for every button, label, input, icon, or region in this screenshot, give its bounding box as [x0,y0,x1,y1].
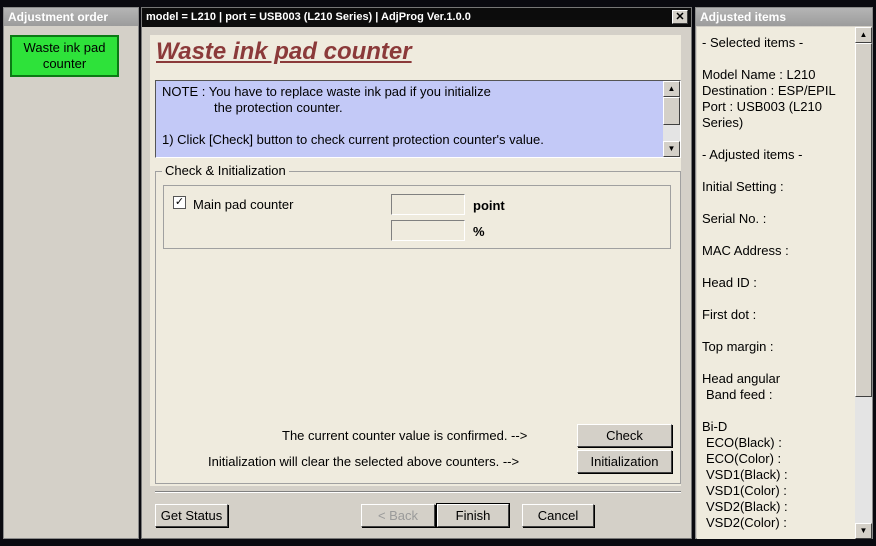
check-init-group: Check & Initialization ✓ Main pad counte… [155,163,681,484]
top-margin: Top margin : [702,339,774,354]
adjusted-items-panel: Adjusted items - Selected items - Model … [695,7,873,539]
main-pad-counter-label: Main pad counter [193,197,294,212]
point-unit-label: point [473,198,505,213]
adjusted-items-scrollbar[interactable]: ▲ ▼ [855,27,872,539]
scroll-down-icon[interactable]: ▼ [663,141,680,157]
main-pad-counter-checkbox[interactable]: ✓ [173,196,186,209]
vsd1-black: VSD1(Black) : [706,467,788,482]
note-box: NOTE : You have to replace waste ink pad… [155,80,681,158]
note-text: NOTE : You have to replace waste ink pad… [162,84,662,148]
content-area: Waste ink pad counter NOTE : You have to… [150,35,681,486]
adjusted-items-title: Adjusted items [696,8,872,26]
vsd1-color: VSD1(Color) : [706,483,787,498]
page-title: Waste ink pad counter [156,38,412,65]
window-titlebar: model = L210 | port = USB003 (L210 Serie… [142,8,691,27]
back-button[interactable]: < Back [361,504,435,527]
main-window: model = L210 | port = USB003 (L210 Serie… [141,7,692,539]
waste-ink-pad-counter-button[interactable]: Waste ink pad counter [10,35,119,77]
adjustment-order-panel: Adjustment order Waste ink pad counter [3,7,139,539]
vsd2-black: VSD2(Black) : [706,499,788,514]
eco-black: ECO(Black) : [706,435,782,450]
first-dot: First dot : [702,307,757,322]
adjusted-items-header: - Adjusted items - [702,147,803,162]
port-line-1: Port : USB003 (L210 [702,99,822,114]
scroll-up-icon[interactable]: ▲ [855,27,872,43]
window-title: model = L210 | port = USB003 (L210 Serie… [146,11,471,23]
note-scrollbar[interactable]: ▲ ▼ [663,81,680,157]
note-line-3: 1) Click [Check] button to check current… [162,132,544,147]
serial-no: Serial No. : [702,211,767,226]
port-line-2: Series) [702,115,744,130]
check-message: The current counter value is confirmed. … [282,428,528,443]
check-button[interactable]: Check [577,424,672,447]
destination: Destination : ESP/EPIL [702,83,836,98]
band-feed-text: Band feed : [706,387,773,402]
close-icon[interactable]: ✕ [672,10,688,24]
mac-address: MAC Address : [702,243,789,258]
app-root: Adjustment order Waste ink pad counter m… [0,0,876,546]
footer-separator [155,491,681,493]
head-angular: Head angular [702,371,781,386]
cancel-button[interactable]: Cancel [522,504,594,527]
note-line-1: NOTE : You have to replace waste ink pad… [162,84,491,99]
group-label: Check & Initialization [162,163,289,178]
vsd2-color: VSD2(Color) : [706,515,787,530]
adjusted-items-list: - Selected items - Model Name : L210 Des… [697,27,855,539]
point-value-field[interactable] [391,194,465,215]
bi-d: Bi-D [702,419,728,434]
eco-color: ECO(Color) : [706,451,782,466]
model-name: Model Name : L210 [702,67,816,82]
selected-items-header: - Selected items - [702,35,804,50]
init-message: Initialization will clear the selected a… [208,454,520,469]
percent-unit-label: % [473,224,485,239]
note-spacer [162,116,662,132]
percent-value-field[interactable] [391,220,465,241]
counter-group: ✓ Main pad counter point % [163,185,671,249]
note-scroll-thumb[interactable] [663,97,680,125]
scroll-down-icon[interactable]: ▼ [855,523,872,539]
get-status-button[interactable]: Get Status [155,504,228,527]
initial-setting: Initial Setting : [702,179,784,194]
note-line-2: the protection counter. [214,100,343,115]
scroll-up-icon[interactable]: ▲ [663,81,680,97]
initialization-button[interactable]: Initialization [577,450,672,473]
finish-button[interactable]: Finish [436,503,510,528]
head-id: Head ID : [702,275,757,290]
adjustment-order-title: Adjustment order [4,8,138,26]
adjusted-items-scroll-thumb[interactable] [855,43,872,397]
band-feed: Band feed : [702,387,773,403]
